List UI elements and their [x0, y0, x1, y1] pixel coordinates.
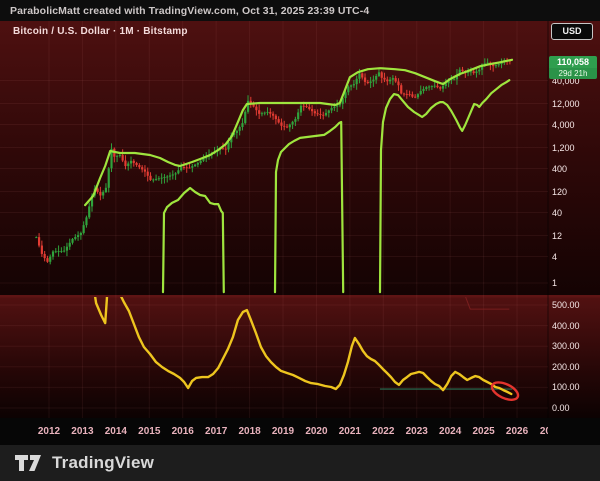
- year-tick-label: 2012: [38, 426, 60, 437]
- price-tick-label: 12,000: [552, 99, 580, 109]
- year-tick-label: 2025: [472, 426, 494, 437]
- last-price-badge: 110,058 29d 21h: [549, 56, 597, 79]
- year-tick-label: 2018: [238, 426, 260, 437]
- oscillator-tick-label: 100.00: [552, 382, 580, 392]
- attribution-bar: ParabolicMatt created with TradingView.c…: [0, 0, 600, 21]
- price-tick-label: 400: [552, 164, 567, 174]
- time-axis[interactable]: 2012 2013 2014 2015 2016 2017 2018 2019 2020 2021…: [0, 418, 548, 445]
- oscillator-tick-label: 0.00: [552, 403, 570, 413]
- year-tick-label: 2021: [339, 426, 361, 437]
- currency-toggle-button[interactable]: USD: [551, 23, 593, 40]
- price-tick-label: 40: [552, 208, 562, 218]
- year-tick-label: 2015: [138, 426, 160, 437]
- price-tick-label: 1,200: [552, 143, 575, 153]
- year-tick-label: 2013: [71, 426, 93, 437]
- tradingview-logo-icon[interactable]: [14, 452, 44, 474]
- year-tick-label: 2026: [506, 426, 528, 437]
- footer-bar: TradingView: [0, 445, 600, 481]
- year-tick-label: 2020: [305, 426, 327, 437]
- price-tick-label: 120: [552, 187, 567, 197]
- oscillator-tick-label: 300.00: [552, 341, 580, 351]
- oscillator-tick-label: 400.00: [552, 321, 580, 331]
- bar-countdown: 29d 21h: [549, 68, 597, 79]
- oscillator-tick-label: 200.00: [552, 362, 580, 372]
- symbol-legend[interactable]: Bitcoin / U.S. Dollar · 1M · Bitstamp: [13, 26, 188, 37]
- year-tick-label: 2019: [272, 426, 294, 437]
- price-tick-label: 4: [552, 252, 557, 262]
- tradingview-snapshot: ParabolicMatt created with TradingView.c…: [0, 0, 600, 481]
- price-tick-label: 4,000: [552, 120, 575, 130]
- price-tick-label: 12: [552, 231, 562, 241]
- year-tick-label: 2017: [205, 426, 227, 437]
- year-tick-label: 2014: [105, 426, 127, 437]
- year-tick-label: 20: [540, 426, 548, 437]
- year-tick-label: 2024: [439, 426, 461, 437]
- year-tick-label: 2023: [406, 426, 428, 437]
- oscillator-tick-label: 500.00: [552, 300, 580, 310]
- tradingview-brand-text[interactable]: TradingView: [52, 453, 154, 473]
- year-tick-label: 2022: [372, 426, 394, 437]
- chart-canvas[interactable]: [0, 21, 600, 445]
- attribution-text: ParabolicMatt created with TradingView.c…: [10, 5, 369, 17]
- price-tick-label: 1: [552, 278, 557, 288]
- year-tick-label: 2016: [172, 426, 194, 437]
- last-price-value: 110,058: [549, 56, 597, 68]
